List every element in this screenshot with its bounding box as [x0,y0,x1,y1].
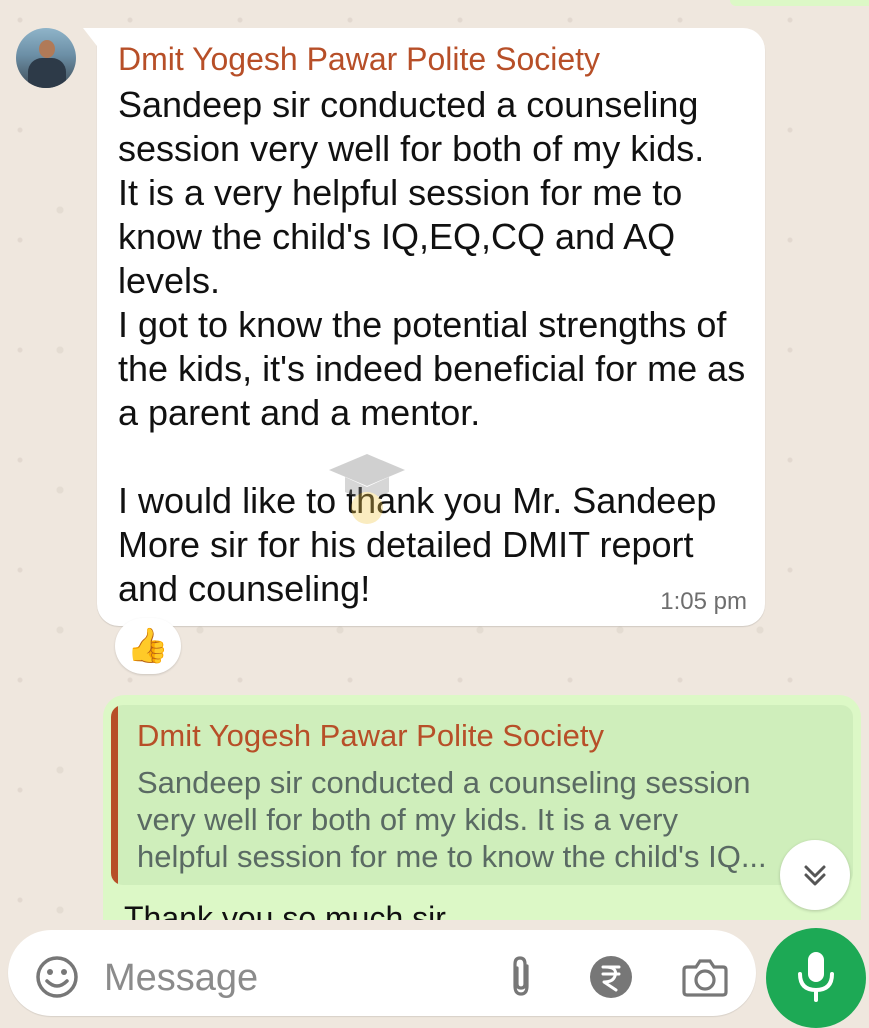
double-chevron-down-icon [804,865,826,886]
message-composer: Message [0,920,869,1016]
message-time: 1:05 pm [660,588,747,615]
emoji-icon [36,956,78,998]
payment-button[interactable] [586,952,636,1002]
paperclip-icon [513,956,529,996]
quote-accent-bar [111,705,118,885]
sender-name[interactable]: Dmit Yogesh Pawar Polite Society [118,39,600,79]
avatar-body [28,58,66,88]
attach-button[interactable] [496,952,546,1002]
mic-icon [798,952,834,1002]
camera-button[interactable] [678,952,732,1002]
scroll-to-bottom-button[interactable] [780,840,850,910]
message-input[interactable]: Message [8,930,756,1016]
thumbs-up-reaction[interactable]: 👍 [115,618,181,674]
voice-message-button[interactable] [766,928,866,1028]
emoji-button[interactable] [32,952,82,1002]
quoted-sender-name: Dmit Yogesh Pawar Polite Society [137,718,604,753]
previous-message-edge [730,0,869,6]
graduation-cap-watermark-icon [329,454,405,524]
quoted-message-text: Sandeep sir conducted a counseling sessi… [137,765,767,874]
rupee-icon [590,956,632,998]
outgoing-message-text: Thank you so much sir [124,900,446,920]
camera-icon [682,959,728,997]
avatar-head [39,40,55,58]
outgoing-message-bubble[interactable]: Dmit Yogesh Pawar Polite Society Sandeep… [103,695,861,920]
message-text: Sandeep sir conducted a counseling sessi… [118,84,746,609]
message-placeholder[interactable]: Message [104,956,258,1000]
quoted-message[interactable]: Dmit Yogesh Pawar Polite Society Sandeep… [111,705,853,885]
sender-avatar[interactable] [16,28,76,88]
incoming-message-bubble[interactable]: Dmit Yogesh Pawar Polite Society Sandeep… [83,28,765,626]
